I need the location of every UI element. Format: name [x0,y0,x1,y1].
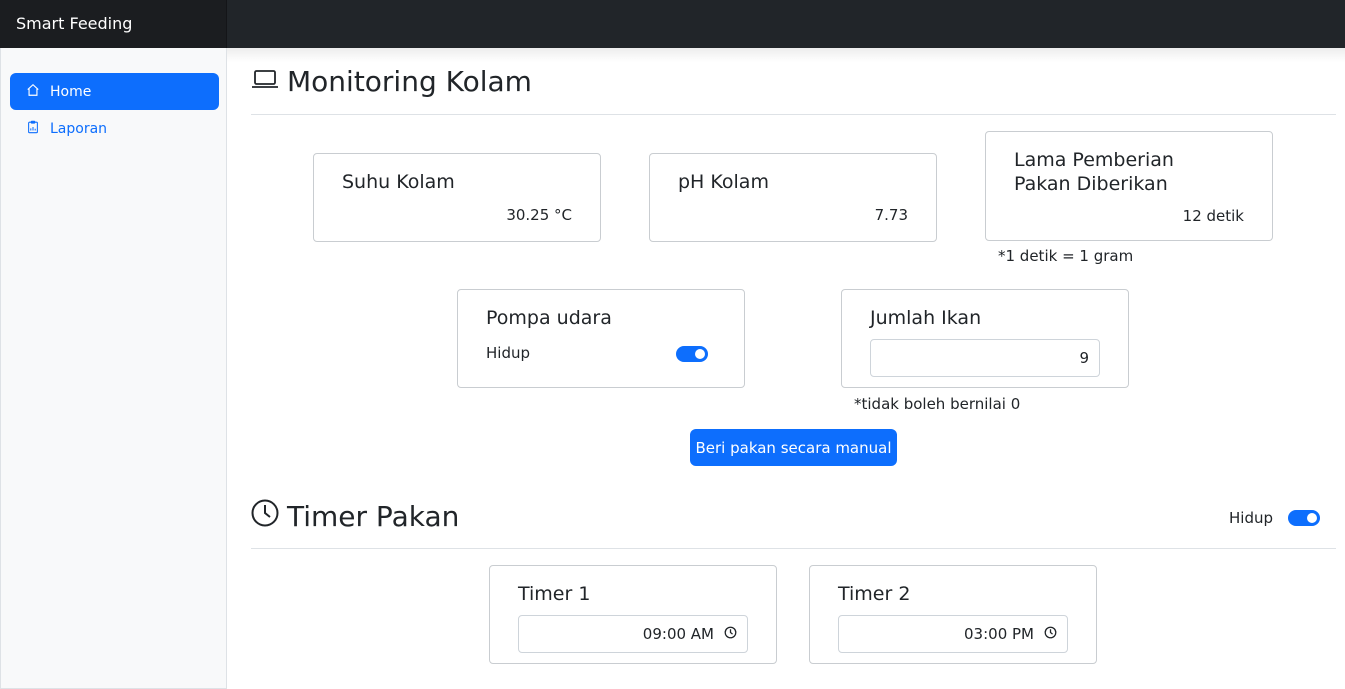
lama-note: *1 detik = 1 gram [998,247,1134,265]
sidebar-item-laporan[interactable]: Laporan [10,110,219,147]
timer-label: Timer 2 [838,583,911,605]
jumlah-ikan-note: *tidak boleh bernilai 0 [854,395,1021,413]
jumlah-ikan-input[interactable]: 9 [870,339,1100,377]
pompa-title: Pompa udara [486,307,612,329]
timer-2-value: 03:00 PM [964,625,1034,643]
pompa-toggle[interactable] [676,346,708,362]
suhu-value: 30.25 °C [506,206,572,224]
jumlah-ikan-value: 9 [1079,349,1089,367]
page-title: Monitoring Kolam [287,65,532,98]
section-divider [251,548,1336,549]
timer-section-title: Timer Pakan [251,499,459,534]
timer-card-2: Timer 2 03:00 PM [809,565,1097,664]
sidebar-item-label: Laporan [50,120,108,137]
suhu-card: Suhu Kolam 30.25 °C [313,153,601,242]
sidebar: Home Laporan [0,48,227,689]
timer-label: Timer 1 [518,583,591,605]
lama-title-line1: Lama Pemberian [1014,149,1174,171]
sidebar-item-home[interactable]: Home [10,73,219,110]
ph-value: 7.73 [874,206,908,224]
timer-2-input[interactable]: 03:00 PM [838,615,1068,653]
clock-icon[interactable] [714,625,737,643]
section-divider [251,114,1336,115]
header-shadow [227,48,1345,62]
jumlah-ikan-card: Jumlah Ikan 9 [841,289,1129,388]
timer-status: Hidup [1229,509,1273,527]
pompa-status: Hidup [486,344,530,362]
lama-title-line2: Pakan Diberikan [1014,173,1168,195]
timer-card-1: Timer 1 09:00 AM [489,565,777,664]
sidebar-item-label: Home [50,83,92,100]
ph-card: pH Kolam 7.73 [649,153,937,242]
monitoring-section-title: Monitoring Kolam [251,65,532,98]
timer-1-input[interactable]: 09:00 AM [518,615,748,653]
manual-feed-button[interactable]: Beri pakan secara manual [690,429,897,466]
main-content: Monitoring Kolam Suhu Kolam 30.25 °C pH … [227,48,1345,689]
lama-pemberian-card: Lama Pemberian Pakan Diberikan 12 detik [985,131,1273,241]
clock-icon [251,499,287,534]
lama-value: 12 detik [1182,207,1244,225]
clock-icon[interactable] [1034,625,1057,643]
jumlah-ikan-title: Jumlah Ikan [870,307,982,329]
suhu-title: Suhu Kolam [342,171,455,193]
pompa-card: Pompa udara Hidup [457,289,745,388]
brand-title[interactable]: Smart Feeding [0,0,227,48]
ph-title: pH Kolam [678,171,769,193]
timer-1-value: 09:00 AM [642,625,714,643]
timer-title: Timer Pakan [287,500,460,533]
timer-toggle[interactable] [1288,510,1320,526]
home-icon [26,83,50,101]
report-icon [26,120,50,138]
laptop-icon [251,65,287,98]
